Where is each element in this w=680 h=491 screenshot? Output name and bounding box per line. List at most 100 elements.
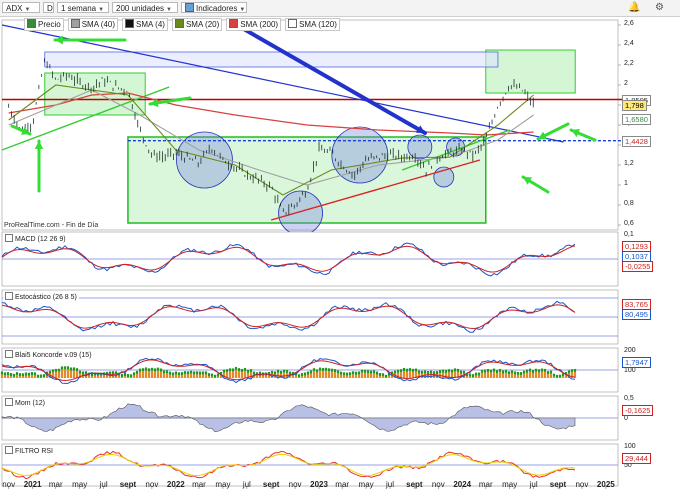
x-axis-label: mar [192, 480, 206, 489]
legend-swatch [125, 19, 135, 28]
legend-swatch [70, 19, 80, 28]
x-axis-label: jul [99, 480, 108, 489]
legend-item[interactable]: Precio [24, 18, 64, 31]
indicator-panel [1, 231, 619, 287]
legend-item[interactable]: SMA (4) [122, 18, 168, 31]
x-axis-label: mar [48, 480, 63, 489]
gear-icon[interactable]: ⚙ [655, 1, 664, 14]
price-axis-label: 2 [624, 80, 628, 87]
legend-label: SMA (200) [240, 20, 279, 29]
x-axis-label: sept [549, 480, 567, 489]
legend-label: SMA (40) [81, 20, 116, 29]
period-label: 1 semana [61, 4, 97, 13]
indicator-panel [1, 395, 619, 441]
indicator-toggle-icon[interactable] [5, 350, 13, 358]
pattern-circle [331, 126, 389, 184]
indicator-toggle-icon[interactable] [5, 398, 13, 406]
legend: Precio SMA (40) SMA (4) SMA (20) SMA (200) SM… [24, 18, 344, 31]
chevron-down-icon: ▼ [24, 7, 31, 13]
x-axis-label: 2024 [453, 480, 472, 489]
x-axis-label: jul [529, 480, 538, 489]
indicator-badge: 80,495 [622, 309, 651, 320]
indicator-title: Estocástico (26 8 5) [3, 292, 79, 301]
x-axis-label: mar [478, 480, 493, 489]
indicator-badge: 1,7947 [622, 357, 651, 368]
legend-item[interactable]: SMA (20) [171, 18, 223, 31]
x-axis-label: 2021 [23, 480, 42, 489]
indicator-title: Mom (12) [3, 398, 47, 407]
indicator-axis-label: 0 [624, 415, 628, 422]
chart-canvas [0, 19, 622, 489]
indicator-axis-label: 100 [624, 443, 636, 450]
bell-icon[interactable]: 🔔 [628, 1, 640, 14]
indicator-panel [1, 289, 619, 345]
indicator-badge: 29,444 [622, 453, 651, 464]
legend-label: SMA (120) [299, 20, 337, 29]
units-label: 200 unidades [116, 4, 165, 13]
x-axis-label: nov [431, 480, 445, 489]
x-axis-label: mar [335, 480, 350, 489]
legend-label: SMA (20) [185, 20, 220, 29]
price-badge: 1,6580 [622, 114, 651, 126]
indicator-toggle-icon[interactable] [5, 234, 13, 242]
mode-label: D [47, 4, 53, 13]
price-panel [1, 19, 622, 236]
indicator-badge: -0,0255 [622, 261, 654, 272]
indicator-toggle-icon[interactable] [5, 292, 13, 300]
symbol-select[interactable]: ADX ▼ [2, 2, 40, 13]
legend-swatch [229, 19, 239, 28]
x-axis-label: nov [288, 480, 302, 489]
indicator-title: MACD (12 26 9) [3, 234, 68, 243]
x-axis-label: 2023 [310, 480, 328, 489]
x-axis-label: nov [575, 480, 589, 489]
price-axis-label: 2,2 [624, 60, 634, 67]
x-axis-label: may [502, 480, 518, 489]
indicator-panels [0, 231, 619, 489]
x-axis-label: sept [119, 480, 137, 489]
legend-label: Precio [38, 20, 61, 29]
x-axis-label: may [358, 480, 374, 489]
indicator-toggle-icon[interactable] [5, 446, 13, 454]
target-zone-box [485, 49, 576, 94]
indicator-name: Mom (12) [15, 400, 45, 407]
x-axis-label: sept [406, 480, 423, 489]
legend-swatch [288, 19, 298, 28]
toolbar: ADX ▼ D 1 semana ▼ 200 unidades ▼ Indicador… [0, 0, 680, 17]
indicator-panel [0, 347, 619, 393]
legend-item[interactable]: SMA (40) [67, 18, 119, 31]
indicator-axis-label: 0,5 [624, 395, 634, 402]
indicator-badge: -0,1625 [622, 405, 654, 416]
chevron-down-icon: ▼ [239, 7, 246, 13]
resistance-band-box [44, 51, 499, 68]
legend-label: SMA (4) [136, 20, 165, 29]
price-axis-label: 2,4 [624, 40, 634, 47]
indicator-name: Estocástico (26 8 5) [15, 294, 77, 301]
mode-button[interactable]: D [43, 2, 54, 13]
legend-item[interactable]: SMA (200) [226, 18, 282, 31]
price-axis-label: 2,6 [624, 20, 634, 27]
legend-item[interactable]: SMA (120) [285, 18, 340, 31]
legend-swatch [27, 19, 36, 28]
x-axis-label: nov [2, 480, 16, 489]
chevron-down-icon: ▼ [98, 7, 105, 13]
x-axis-label: sept [262, 480, 280, 489]
indicator-name: Blai5 Koncorde v.09 (15) [15, 352, 92, 359]
pattern-circle [407, 134, 433, 160]
pattern-circle [278, 190, 323, 236]
x-axis-label: 2022 [166, 480, 185, 489]
x-axis-label: may [215, 480, 231, 489]
indicators-icon [185, 3, 194, 12]
units-select[interactable]: 200 unidades ▼ [112, 2, 178, 13]
indicator-axis-label: 200 [624, 347, 636, 354]
indicator-axis-label: 100 [624, 367, 636, 374]
x-axis-label: jul [386, 480, 395, 489]
symbol-label: ADX [6, 4, 23, 13]
indicators-label: Indicadores [196, 4, 238, 13]
indicator-name: FILTRO RSI [15, 448, 53, 455]
price-axis-label: 1 [624, 180, 628, 187]
x-axis-label: nov [145, 480, 159, 489]
period-select[interactable]: 1 semana ▼ [57, 2, 109, 13]
indicators-button[interactable]: Indicadores ▼ [181, 2, 247, 13]
price-axis-label: 1,2 [624, 160, 634, 167]
indicator-axis-label: 0,1 [624, 231, 634, 238]
